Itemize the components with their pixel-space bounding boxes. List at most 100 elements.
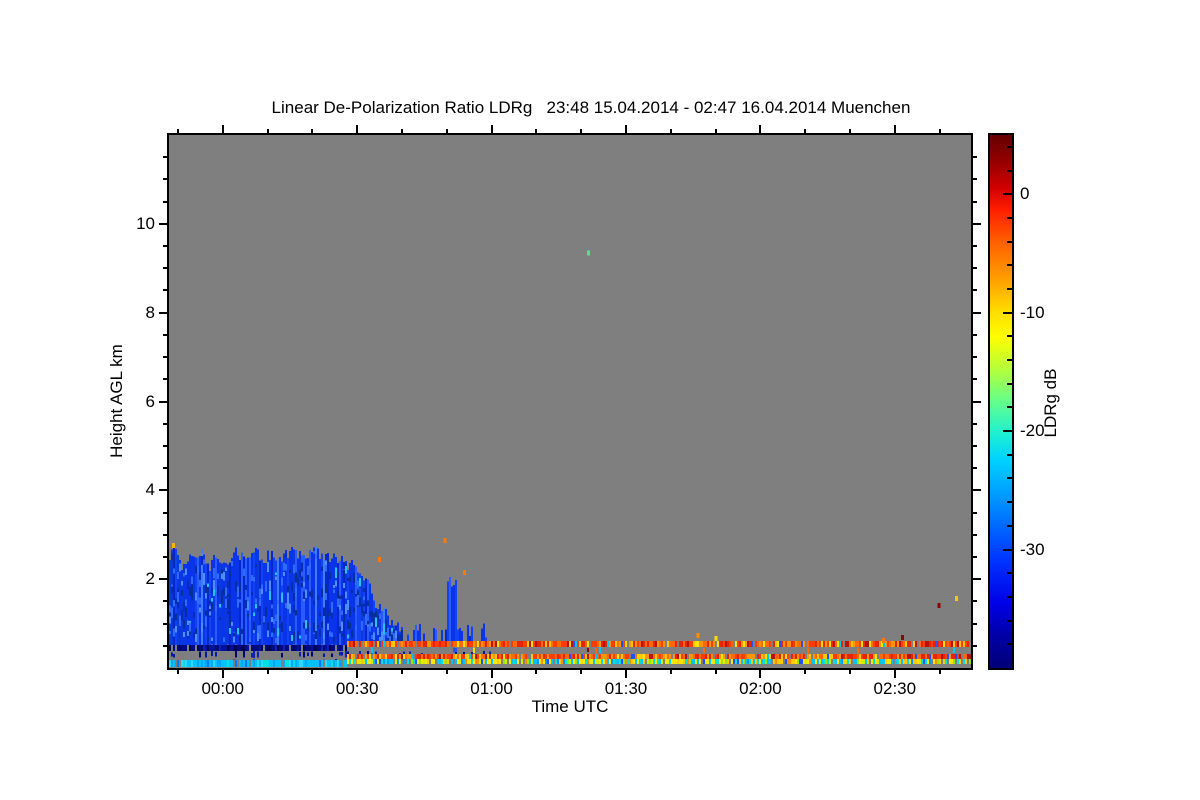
colorbar-minor-tick xyxy=(1007,169,1012,172)
x-axis-tick xyxy=(400,670,403,674)
x-axis-tick-top xyxy=(759,125,762,133)
colorbar-minor-tick xyxy=(1007,216,1012,219)
y-axis-tick-right xyxy=(973,378,977,381)
x-axis-tick-label: 01:00 xyxy=(470,679,513,698)
x-axis-tick xyxy=(445,670,448,674)
y-axis-tick xyxy=(163,200,167,203)
y-axis-tick-right xyxy=(973,267,977,270)
colorbar-tick xyxy=(1003,548,1012,551)
colorbar-minor-tick xyxy=(1007,524,1012,527)
y-axis-tick xyxy=(163,356,167,359)
colorbar-minor-tick xyxy=(1007,572,1012,575)
colorbar-minor-tick xyxy=(1007,453,1012,456)
x-axis-tick-top xyxy=(849,129,852,133)
y-axis-tick xyxy=(163,511,167,514)
colorbar-minor-tick xyxy=(1007,477,1012,480)
x-axis-tick-top xyxy=(400,129,403,133)
x-axis-tick-label: 00:00 xyxy=(201,679,245,698)
x-axis-tick-top xyxy=(580,129,583,133)
y-axis-tick-label: 8 xyxy=(145,302,155,322)
y-axis-tick-right xyxy=(973,600,977,603)
y-axis-tick-right xyxy=(973,178,977,181)
y-axis-tick xyxy=(163,555,167,558)
x-axis-label: Time UTC xyxy=(531,697,609,716)
y-axis-tick-right xyxy=(973,555,977,558)
heatmap-canvas xyxy=(169,250,971,668)
x-axis-tick-top xyxy=(311,129,314,133)
x-axis-tick-top xyxy=(221,125,224,133)
colorbar-minor-tick xyxy=(1007,406,1012,409)
colorbar-minor-tick xyxy=(1007,240,1012,243)
y-axis-tick-right xyxy=(973,333,977,336)
colorbar-tick-label: 0 xyxy=(1020,184,1030,204)
y-axis-tick-label: 2 xyxy=(145,569,155,589)
x-axis-tick xyxy=(535,670,538,674)
x-axis-tick-top xyxy=(625,125,627,133)
y-axis-tick xyxy=(159,489,167,492)
x-axis-tick-top xyxy=(669,129,672,133)
x-axis-tick-label: 01:30 xyxy=(604,679,648,698)
x-axis-tick-label: 02:30 xyxy=(873,679,917,698)
colorbar-label: LDRg dB xyxy=(1041,368,1060,438)
x-axis-tick xyxy=(356,670,359,678)
y-axis-tick xyxy=(163,600,167,603)
y-axis-tick-label: 10 xyxy=(136,213,155,233)
colorbar xyxy=(988,133,1014,670)
y-axis-tick xyxy=(163,289,167,292)
colorbar-minor-tick xyxy=(1007,382,1012,385)
y-axis-tick xyxy=(163,245,167,248)
colorbar-tick-label: -30 xyxy=(1020,539,1045,559)
y-axis-tick-right xyxy=(973,400,981,403)
colorbar-minor-tick xyxy=(1007,359,1012,362)
chart-title: Linear De-Polarization Ratio LDRg 23:48 … xyxy=(271,98,911,117)
y-axis-tick xyxy=(163,644,167,647)
y-axis-tick xyxy=(163,178,167,181)
x-axis-tick xyxy=(669,670,672,674)
y-axis-tick xyxy=(163,622,167,625)
y-axis-tick-right xyxy=(973,222,981,225)
y-axis-tick xyxy=(163,156,167,159)
y-axis-tick-right xyxy=(973,156,977,159)
x-axis-tick-top xyxy=(938,129,941,133)
x-axis-tick xyxy=(938,670,941,674)
x-axis-tick xyxy=(490,670,493,678)
x-axis-tick xyxy=(625,670,627,678)
x-axis-tick-top xyxy=(893,125,896,133)
colorbar-minor-tick xyxy=(1007,501,1012,504)
x-axis-tick xyxy=(580,670,583,674)
y-axis-tick-right xyxy=(973,578,981,581)
colorbar-tick-label: -10 xyxy=(1020,302,1045,322)
y-axis-tick-right xyxy=(973,489,981,492)
y-axis-tick-right xyxy=(973,289,977,292)
screenshot-root: Linear De-Polarization Ratio LDRg 23:48 … xyxy=(0,0,1200,800)
x-axis-tick-top xyxy=(714,129,717,133)
y-axis-tick-right xyxy=(973,422,977,425)
y-axis-tick xyxy=(163,533,167,536)
x-axis-tick xyxy=(221,670,224,678)
y-axis-tick xyxy=(163,467,167,470)
y-axis-tick-right xyxy=(973,511,977,514)
y-axis-tick xyxy=(163,378,167,381)
y-axis-tick xyxy=(159,222,167,225)
x-axis-tick-top xyxy=(356,125,359,133)
colorbar-minor-tick xyxy=(1007,335,1012,338)
colorbar-tick xyxy=(1003,193,1012,196)
x-axis-tick-top xyxy=(445,129,448,133)
x-axis-tick xyxy=(893,670,896,678)
y-axis-tick-right xyxy=(973,467,977,470)
y-axis-tick-right xyxy=(973,533,977,536)
x-axis-tick-top xyxy=(266,129,269,133)
colorbar-minor-tick xyxy=(1007,264,1012,267)
y-axis-tick-right xyxy=(973,311,981,314)
x-axis-tick xyxy=(804,670,807,674)
x-axis-tick xyxy=(849,670,852,674)
y-axis-tick-label: 6 xyxy=(145,391,155,411)
colorbar-tick-label: -20 xyxy=(1020,421,1045,441)
y-axis-tick xyxy=(163,422,167,425)
y-axis-tick xyxy=(159,578,167,581)
x-axis-tick xyxy=(176,670,179,674)
x-axis-tick-top xyxy=(535,129,538,133)
x-axis-tick xyxy=(759,670,762,678)
y-axis-tick-right xyxy=(973,444,977,447)
x-axis-tick-top xyxy=(490,125,493,133)
